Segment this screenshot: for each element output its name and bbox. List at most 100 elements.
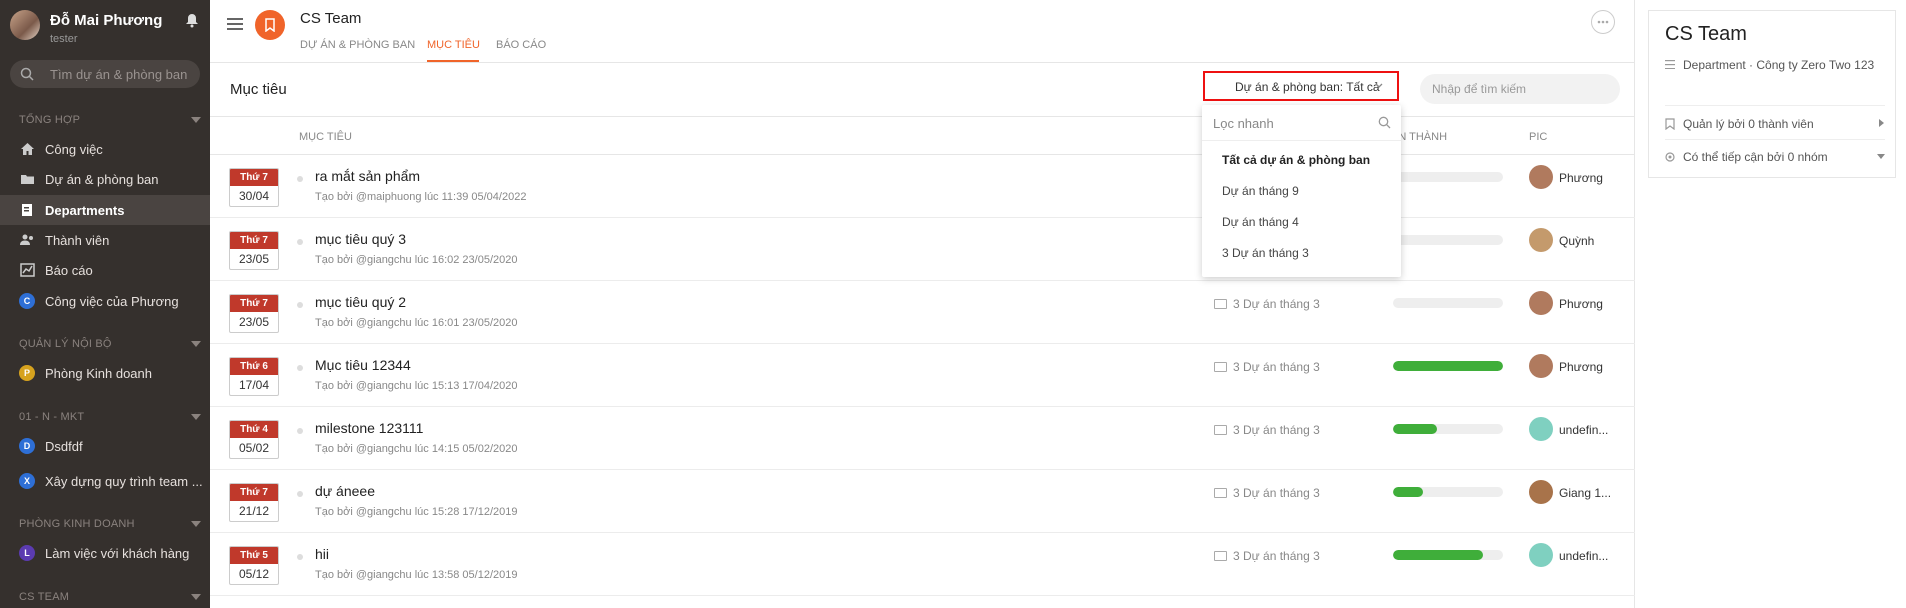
sidebar-search[interactable]: Tìm dự án & phòng ban — [10, 60, 200, 88]
sidebar-item-phong-kinh-doanh[interactable]: P Phòng Kinh doanh — [0, 358, 210, 388]
status-dot — [297, 239, 303, 245]
sidebar-item-lam-viec[interactable]: L Làm việc với khách hàng — [0, 538, 210, 568]
panel-type-line: Department · Công ty Zero Two 123 — [1665, 56, 1885, 74]
goal-project: 3 Dự án tháng 3 — [1214, 360, 1320, 374]
section-quan-ly-noi-bo[interactable]: QUẢN LÝ NỘI BỘ — [19, 338, 201, 350]
section-tong-hop[interactable]: TỔNG HỢP — [19, 114, 201, 126]
sub-bar: Mục tiêu Dự án & phòng ban: Tất cả Nhập … — [210, 63, 1635, 117]
progress-bar — [1393, 424, 1503, 434]
goal-title[interactable]: ra mắt sản phẩm — [315, 168, 420, 184]
pic-avatar — [1529, 480, 1553, 504]
dropdown-option[interactable]: Dự án tháng 4 — [1222, 215, 1299, 229]
progress-bar — [1393, 235, 1503, 245]
due-date: Thứ 7 21/12 — [229, 483, 279, 522]
status-dot — [297, 302, 303, 308]
access-icon — [1665, 152, 1675, 162]
table-row[interactable]: Thứ 7 23/05 mục tiêu quý 2 Tạo bởi @giangch… — [210, 281, 1635, 344]
sidebar-item-xay-dung[interactable]: X Xây dựng quy trình team ... — [0, 466, 210, 496]
more-icon — [1597, 20, 1609, 24]
menu-lines-icon — [1665, 60, 1675, 69]
sidebar-item-cong-viec-cua-phuong[interactable]: C Công việc của Phương — [0, 286, 210, 316]
sidebar-item-label: Làm việc với khách hàng — [45, 546, 190, 561]
sidebar-item-du-an[interactable]: Dự án & phòng ban — [0, 164, 210, 194]
bell-icon[interactable] — [184, 12, 200, 28]
goal-title[interactable]: Mục tiêu 12344 — [315, 357, 411, 373]
tab-bao-cao[interactable]: BÁO CÁO — [496, 39, 546, 51]
sidebar-item-thanh-vien[interactable]: Thành viên — [0, 225, 210, 255]
table-row[interactable]: Thứ 7 21/12 dự áneee Tạo bởi @giangchu lúc … — [210, 470, 1635, 533]
due-day-of-week: Thứ 7 — [230, 232, 278, 249]
dropdown-option[interactable]: 3 Dự án tháng 3 — [1222, 246, 1309, 260]
sidebar-item-cong-viec[interactable]: Công việc — [0, 134, 210, 164]
table-row[interactable]: Thứ 5 05/12 hii Tạo bởi @giangchu lúc 13:58… — [210, 533, 1635, 596]
table-header: MỤC TIÊU ÀN THÀNH PIC — [210, 117, 1635, 155]
column-header-pic: PIC — [1529, 131, 1548, 143]
panel-title: CS Team — [1665, 23, 1747, 45]
status-dot — [297, 428, 303, 434]
tab-muc-tieu[interactable]: MỤC TIÊU — [427, 39, 480, 51]
goal-project-name: 3 Dự án tháng 3 — [1233, 297, 1320, 311]
goal-title[interactable]: mục tiêu quý 2 — [315, 294, 406, 310]
user-name: Đỗ Mai Phương — [50, 12, 163, 29]
goal-title[interactable]: milestone 123111 — [315, 420, 423, 436]
section-01-n-mkt[interactable]: 01 - N - MKT — [19, 411, 201, 423]
goal-project-name: 3 Dự án tháng 3 — [1233, 486, 1320, 500]
goal-created-by: Tạo bởi @giangchu lúc 14:15 05/02/2020 — [315, 443, 518, 455]
sidebar-item-dsdfdf[interactable]: D Dsdfdf — [0, 431, 210, 461]
sidebar-item-label: Dự án & phòng ban — [45, 172, 159, 187]
user-role: tester — [50, 33, 78, 45]
folder-icon — [1214, 425, 1227, 435]
dropdown-option[interactable]: Dự án tháng 9 — [1222, 184, 1299, 198]
sidebar-item-bao-cao[interactable]: Báo cáo — [0, 255, 210, 285]
pic-name: undefin... — [1559, 549, 1609, 563]
chevron-down-icon — [191, 594, 201, 600]
section-phong-kinh-doanh[interactable]: PHÒNG KINH DOANH — [19, 518, 201, 530]
due-date: Thứ 7 23/05 — [229, 231, 279, 270]
section-title: CS TEAM — [19, 591, 70, 603]
user-block[interactable]: Đỗ Mai Phương tester — [10, 10, 200, 46]
bookmark-icon — [1665, 118, 1675, 130]
table-row[interactable]: Thứ 4 05/02 milestone 123111 Tạo bởi @giang… — [210, 407, 1635, 470]
table-row[interactable]: Thứ 7 30/04 ra mắt sản phẩm Tạo bởi @maiphu… — [210, 155, 1635, 218]
due-day-month: 05/02 — [238, 441, 270, 455]
due-day-of-week: Thứ 4 — [230, 421, 278, 438]
sidebar-search-placeholder: Tìm dự án & phòng ban — [50, 67, 188, 82]
sidebar-item-departments[interactable]: Departments — [0, 195, 210, 225]
progress-bar — [1393, 361, 1503, 371]
dropdown-option-all[interactable]: Tất cả dự án & phòng ban — [1222, 153, 1370, 167]
goal-created-by: Tạo bởi @giangchu lúc 16:01 23/05/2020 — [315, 317, 518, 329]
sidebar-item-label: Xây dựng quy trình team ... — [45, 474, 203, 489]
goal-created-by: Tạo bởi @maiphuong lúc 11:39 05/04/2022 — [315, 191, 527, 203]
tab-du-an-phong-ban[interactable]: DỰ ÁN & PHÒNG BAN — [300, 39, 415, 51]
goal-title[interactable]: dự áneee — [315, 483, 375, 499]
chevron-right-icon — [1879, 119, 1884, 127]
goal-search-input[interactable]: Nhập để tìm kiếm — [1420, 74, 1620, 104]
progress-bar — [1393, 172, 1503, 182]
chevron-down-icon — [1375, 83, 1383, 88]
pic-avatar — [1529, 291, 1553, 315]
goal-project: 3 Dự án tháng 3 — [1214, 549, 1320, 563]
section-title: QUẢN LÝ NỘI BỘ — [19, 338, 112, 350]
goal-title[interactable]: hii — [315, 546, 329, 562]
sidebar-item-label: Departments — [45, 203, 125, 218]
avatar — [10, 10, 40, 40]
hamburger-icon[interactable] — [227, 17, 243, 31]
project-badge: L — [19, 545, 35, 561]
due-day-month: 23/05 — [238, 252, 270, 266]
chevron-down-icon — [191, 521, 201, 527]
project-filter-button[interactable]: Dự án & phòng ban: Tất cả — [1203, 71, 1399, 101]
table-row[interactable]: Thứ 6 17/04 Mục tiêu 12344 Tạo bởi @giangch… — [210, 344, 1635, 407]
due-day-of-week: Thứ 7 — [230, 484, 278, 501]
due-day-of-week: Thứ 6 — [230, 358, 278, 375]
goal-title[interactable]: mục tiêu quý 3 — [315, 231, 406, 247]
search-placeholder: Nhập để tìm kiếm — [1432, 82, 1527, 96]
due-day-month: 30/04 — [238, 189, 270, 203]
panel-type-text: Department · Công ty Zero Two 123 — [1683, 58, 1875, 72]
pic-name: undefin... — [1559, 423, 1609, 437]
folder-icon — [1214, 488, 1227, 498]
quick-filter-input[interactable]: Lọc nhanh — [1202, 105, 1401, 141]
more-button[interactable] — [1591, 10, 1615, 34]
section-cs-team[interactable]: CS TEAM — [19, 591, 201, 603]
goal-project-name: 3 Dự án tháng 3 — [1233, 360, 1320, 374]
table-row[interactable]: Thứ 7 23/05 mục tiêu quý 3 Tạo bởi @giangch… — [210, 218, 1635, 281]
